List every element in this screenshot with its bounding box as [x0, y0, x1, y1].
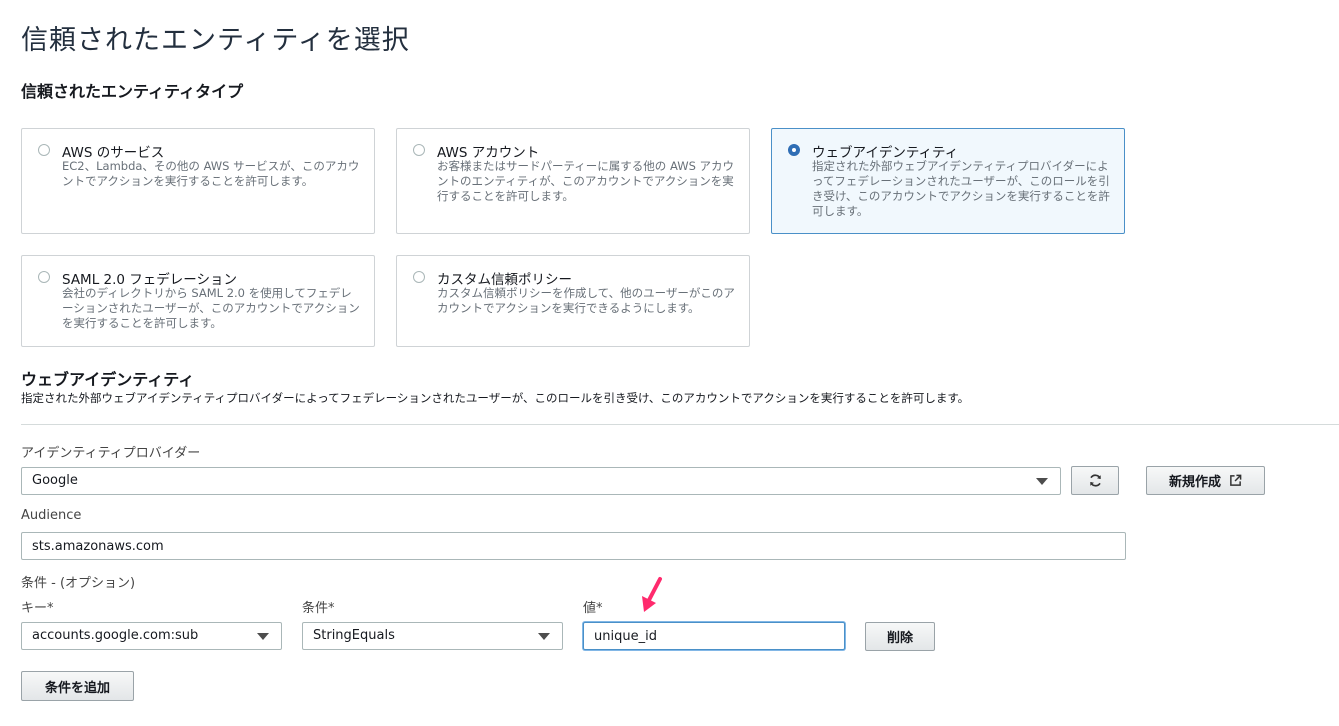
create-new-label: 新規作成: [1168, 475, 1221, 490]
entity-option-aws-service[interactable]: AWS のサービス EC2、Lambda、その他の AWS サービスが、このアカ…: [21, 128, 375, 234]
entity-option-title: ウェブアイデンティティ: [812, 145, 959, 161]
delete-condition-button[interactable]: 削除: [865, 622, 935, 651]
provider-label: アイデンティティプロバイダー: [21, 446, 201, 461]
web-identity-desc: 指定された外部ウェブアイデンティティプロバイダーによってフェデレーションされたユ…: [21, 391, 970, 405]
entity-option-desc: カスタム信頼ポリシーを作成して、他のユーザーがこのアカウントでアクションを実行で…: [437, 286, 735, 315]
entity-option-title: AWS のサービス: [62, 145, 165, 161]
entity-type-heading: 信頼されたエンティティタイプ: [21, 82, 244, 101]
chevron-down-icon: [1036, 478, 1048, 485]
conditions-label: 条件 - (オプション): [21, 576, 136, 591]
entity-option-desc: 指定された外部ウェブアイデンティティプロバイダーによってフェデレーションされたユ…: [812, 159, 1110, 218]
condition-key-value: accounts.google.com:sub: [32, 628, 199, 643]
web-identity-heading: ウェブアイデンティティ: [21, 370, 195, 389]
radio-web-identity[interactable]: [788, 144, 800, 156]
audience-input[interactable]: [21, 532, 1126, 560]
condition-operator-value: StringEquals: [313, 628, 395, 643]
entity-option-title: SAML 2.0 フェデレーション: [62, 272, 238, 288]
refresh-icon: [1089, 474, 1101, 487]
value-label: 値*: [583, 601, 603, 616]
condition-value-input[interactable]: [583, 622, 845, 650]
annotation-arrow-icon: [642, 577, 662, 612]
chevron-down-icon: [257, 633, 269, 640]
entity-option-desc: 会社のディレクトリから SAML 2.0 を使用してフェデレーションされたユーザ…: [62, 286, 360, 330]
refresh-button[interactable]: [1071, 466, 1119, 495]
external-link-icon: [1230, 474, 1242, 486]
entity-option-desc: EC2、Lambda、その他の AWS サービスが、このアカウントでアクションを…: [62, 159, 360, 188]
condition-label: 条件*: [302, 601, 335, 616]
create-new-button[interactable]: 新規作成: [1146, 466, 1265, 495]
audience-label: Audience: [21, 508, 82, 523]
entity-option-title: カスタム信頼ポリシー: [437, 272, 572, 288]
radio-aws-account[interactable]: [413, 144, 425, 156]
radio-custom-policy[interactable]: [413, 271, 425, 283]
provider-select-value: Google: [32, 473, 78, 488]
condition-key-select[interactable]: accounts.google.com:sub: [21, 622, 282, 650]
entity-option-aws-account[interactable]: AWS アカウント お客様またはサードパーティーに属する他の AWS アカウント…: [396, 128, 750, 234]
radio-aws-service[interactable]: [38, 144, 50, 156]
entity-option-title: AWS アカウント: [437, 145, 540, 161]
page-title: 信頼されたエンティティを選択: [21, 25, 410, 56]
condition-operator-select[interactable]: StringEquals: [302, 622, 563, 650]
entity-option-web-identity[interactable]: ウェブアイデンティティ 指定された外部ウェブアイデンティティプロバイダーによって…: [771, 128, 1125, 234]
provider-select[interactable]: Google: [21, 467, 1061, 495]
add-condition-button[interactable]: 条件を追加: [21, 671, 134, 701]
chevron-down-icon: [538, 633, 550, 640]
section-divider: [21, 424, 1339, 425]
entity-option-custom-policy[interactable]: カスタム信頼ポリシー カスタム信頼ポリシーを作成して、他のユーザーがこのアカウン…: [396, 255, 750, 347]
radio-saml[interactable]: [38, 271, 50, 283]
entity-option-saml[interactable]: SAML 2.0 フェデレーション 会社のディレクトリから SAML 2.0 を…: [21, 255, 375, 347]
key-label: キー*: [21, 601, 54, 616]
entity-option-desc: お客様またはサードパーティーに属する他の AWS アカウントのエンティティが、こ…: [437, 159, 735, 203]
